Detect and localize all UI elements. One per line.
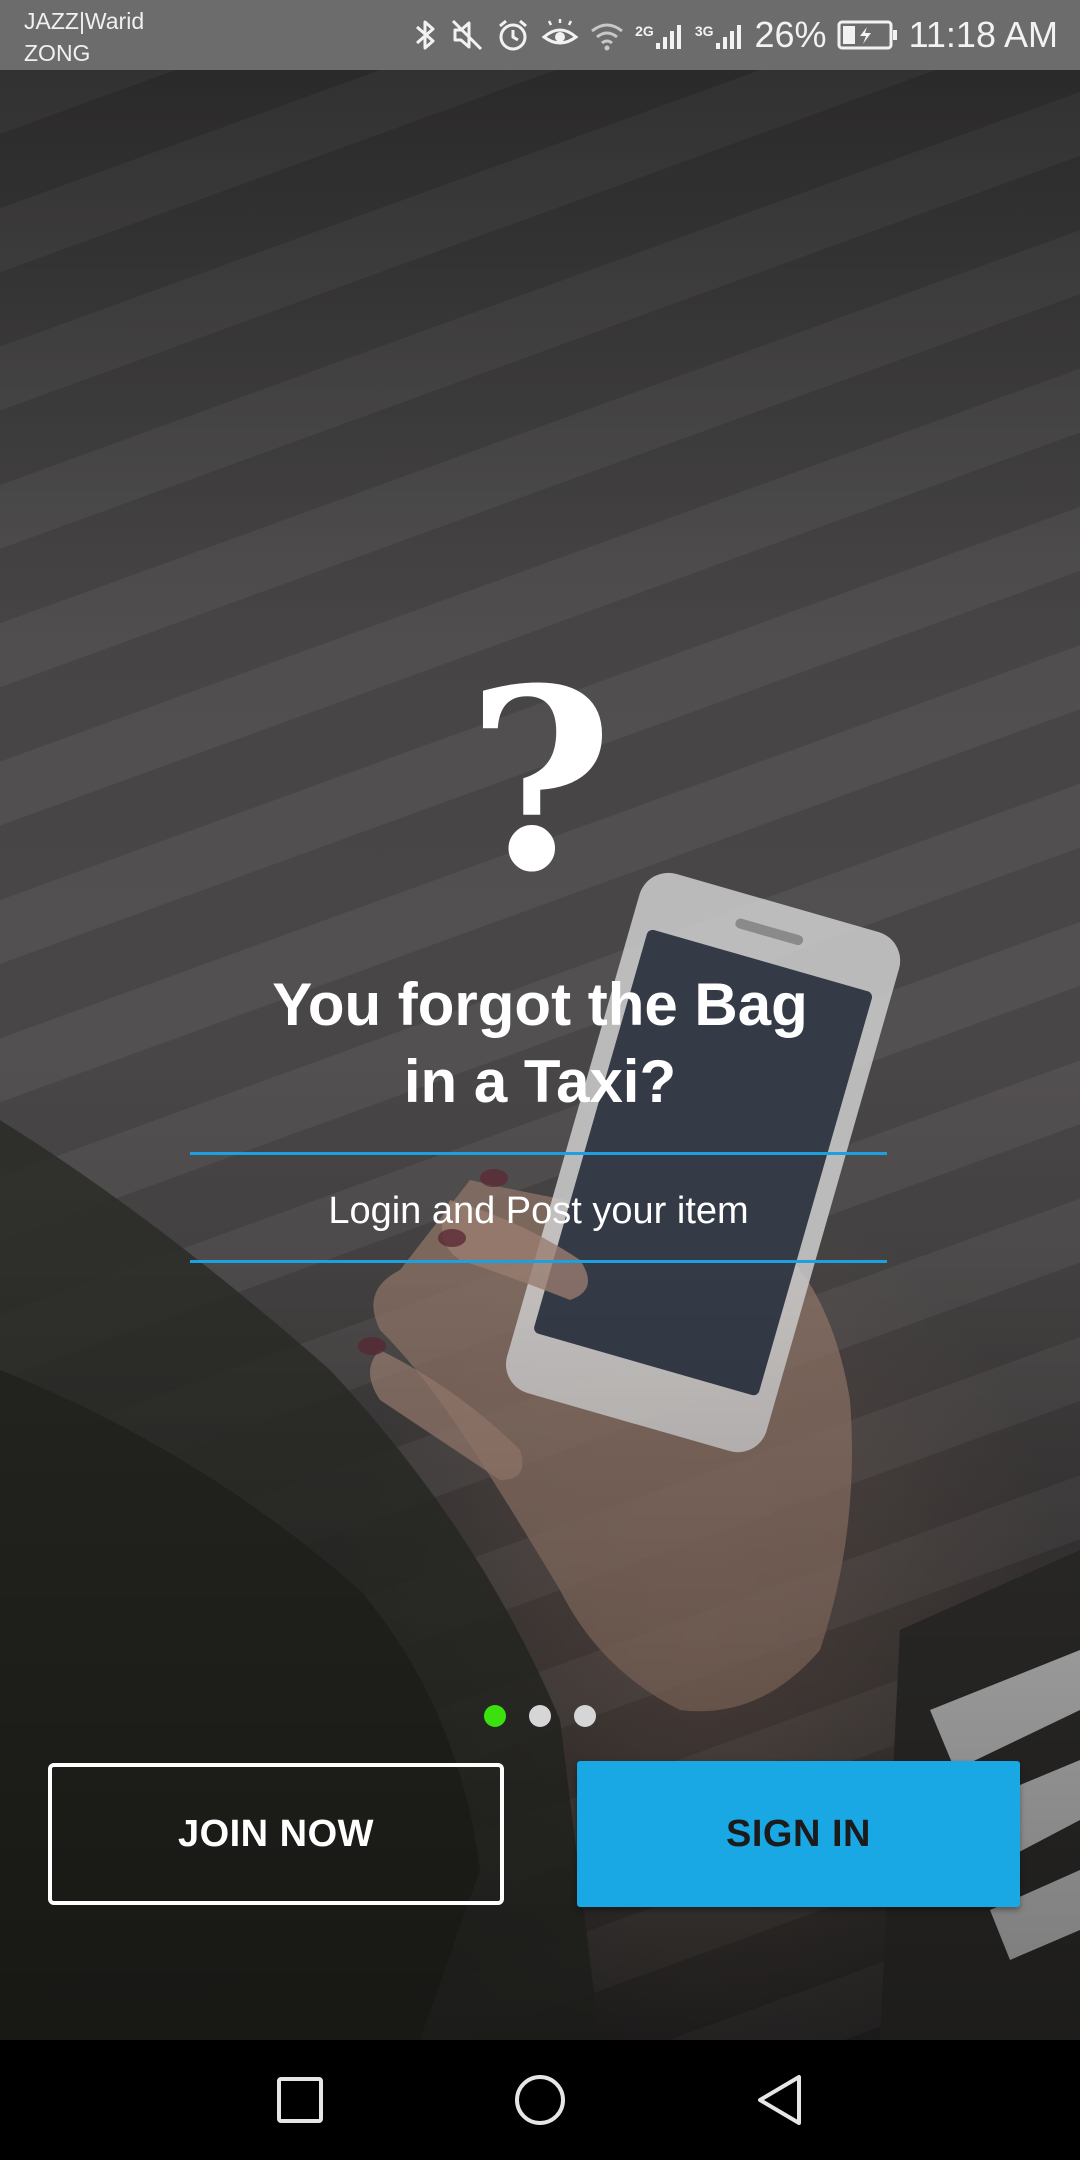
home-button[interactable] xyxy=(500,2060,580,2140)
page-dot-1[interactable] xyxy=(484,1705,506,1727)
recent-apps-icon xyxy=(277,2077,323,2123)
question-mark-icon: ? xyxy=(466,633,614,927)
wifi-icon xyxy=(589,17,625,53)
network-type-label: 3G xyxy=(694,23,714,39)
back-button[interactable] xyxy=(740,2060,820,2140)
headline-line-1: You forgot the Bag xyxy=(272,971,808,1038)
signal-3g: 3G xyxy=(695,17,745,53)
battery-charging-icon xyxy=(837,18,899,52)
join-now-button[interactable]: JOIN NOW xyxy=(48,1763,504,1905)
network-type-label: 2G xyxy=(635,23,654,39)
status-bar: JAZZ|Warid ZONG 2G 3G 26% 11:18 AM xyxy=(0,0,1080,70)
clock: 11:18 AM xyxy=(908,14,1058,55)
eye-comfort-icon xyxy=(541,17,579,53)
onboarding-headline: You forgot the Bag in a Taxi? xyxy=(140,966,940,1120)
battery-percent: 26% xyxy=(754,14,827,55)
recent-apps-button[interactable] xyxy=(260,2060,340,2140)
carrier-primary: JAZZ|Warid xyxy=(24,8,145,34)
mute-icon xyxy=(449,17,485,53)
sign-in-button[interactable]: SIGN IN xyxy=(577,1761,1020,1907)
page-indicator xyxy=(0,1705,1080,1727)
page-dot-2[interactable] xyxy=(529,1705,551,1727)
onboarding-subtitle: Login and Post your item xyxy=(328,1190,749,1232)
bluetooth-icon xyxy=(413,17,439,53)
signal-icon xyxy=(655,25,681,49)
divider-top xyxy=(190,1152,887,1155)
home-icon xyxy=(515,2075,565,2125)
signal-2g: 2G xyxy=(635,17,685,53)
navigation-bar xyxy=(0,2040,1080,2160)
alarm-icon xyxy=(495,17,531,53)
page-dot-3[interactable] xyxy=(574,1705,596,1727)
carrier-secondary: ZONG xyxy=(24,40,91,66)
back-icon xyxy=(758,2075,801,2125)
headline-line-2: in a Taxi? xyxy=(403,1048,677,1115)
signal-icon xyxy=(715,25,741,49)
divider-bottom xyxy=(190,1260,887,1263)
status-icons: 2G 3G 26% 11:18 AM xyxy=(413,0,1058,70)
